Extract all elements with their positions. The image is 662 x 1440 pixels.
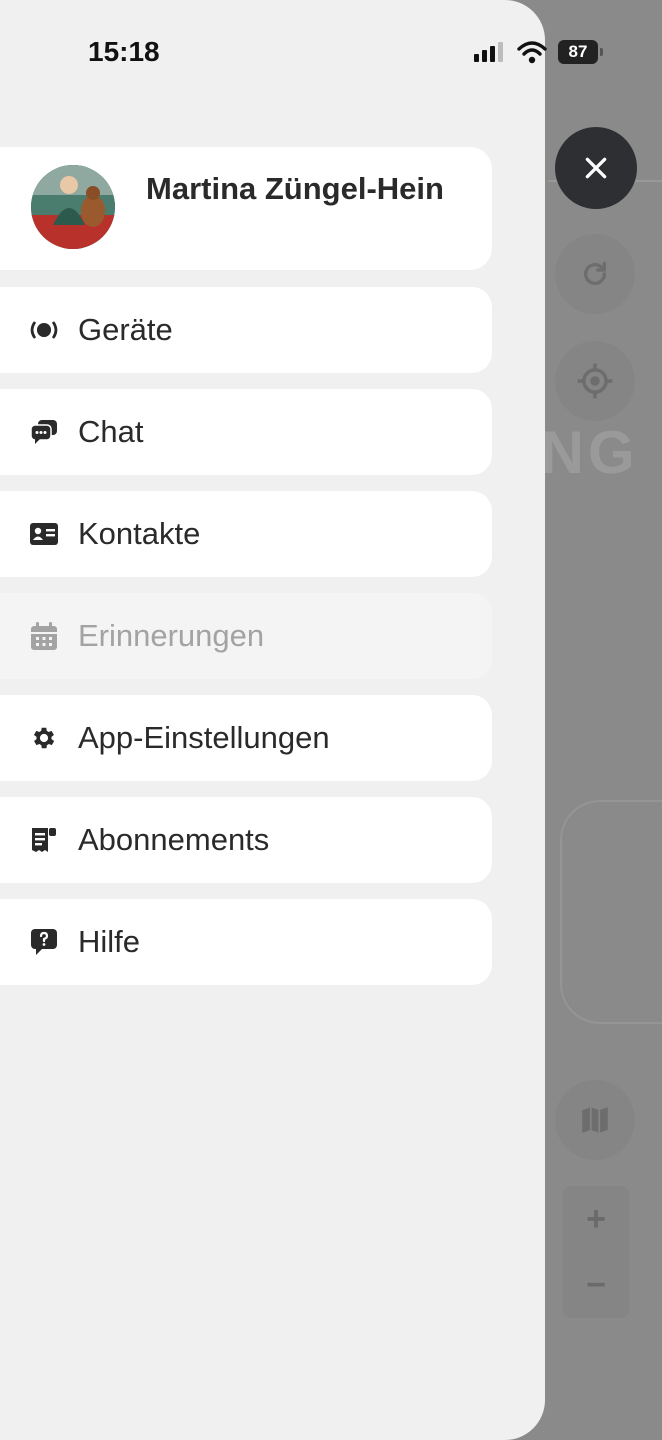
refresh-icon [584,261,606,285]
contact-card-icon [29,519,59,549]
menu-item-contacts[interactable]: Kontakte [0,491,492,577]
wifi-icon [517,40,547,69]
menu-item-subscriptions[interactable]: Abonnements [0,797,492,883]
zoom-out-button[interactable]: − [563,1252,629,1318]
chat-icon [29,417,59,447]
crosshair-icon [577,363,613,399]
side-drawer: Martina Züngel-Hein Geräte Chat Kontakte… [0,0,545,1440]
status-bar: 15:18 87 [0,0,662,100]
menu-item-reminders[interactable]: Erinnerungen [0,593,492,679]
device-icon [29,315,59,345]
menu-item-label: Chat [78,414,144,449]
map-area-outline [560,800,662,1024]
zoom-in-button[interactable]: + [563,1186,629,1252]
profile-name: Martina Züngel-Hein [146,171,444,206]
menu-item-label: Kontakte [78,516,201,551]
close-drawer-button[interactable] [555,127,637,209]
gear-icon [29,723,59,753]
menu-item-chat[interactable]: Chat [0,389,492,475]
receipt-icon [29,825,59,855]
menu-item-label: Erinnerungen [78,618,265,653]
menu-item-devices[interactable]: Geräte [0,287,492,373]
calendar-icon [29,621,59,651]
close-icon [585,157,607,179]
battery-indicator: 87 [558,40,603,64]
profile-card[interactable]: Martina Züngel-Hein [0,147,492,270]
zoom-control: + − [563,1186,629,1318]
menu-item-label: Geräte [78,312,173,347]
cellular-signal-icon [474,42,503,62]
menu-item-label: Abonnements [78,822,270,857]
menu-item-label: App-Einstellungen [78,720,330,755]
help-bubble-icon [29,927,59,957]
status-time: 15:18 [88,36,160,67]
locate-button[interactable] [555,341,635,421]
map-icon [582,1107,608,1133]
menu-item-app-settings[interactable]: App-Einstellungen [0,695,492,781]
avatar [31,165,115,249]
menu-item-label: Hilfe [78,924,141,959]
menu-item-help[interactable]: Hilfe [0,899,492,985]
refresh-button[interactable] [555,234,635,314]
map-layers-button[interactable] [555,1080,635,1160]
